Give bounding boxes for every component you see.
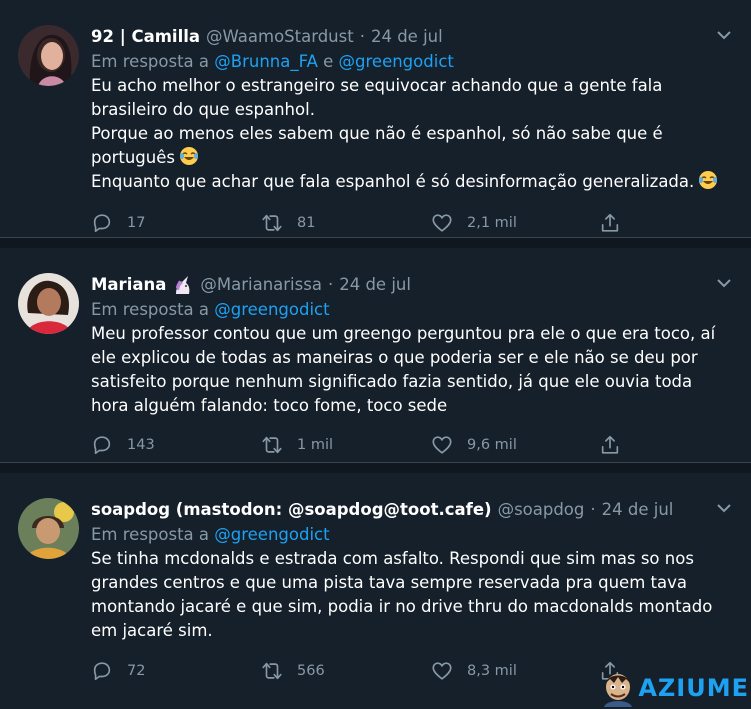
username[interactable]: @WaamoStardust <box>206 26 354 48</box>
heart-icon <box>432 214 452 232</box>
tweet-line-with-emoji: português <box>91 146 731 170</box>
tweet-separator <box>0 463 751 473</box>
reply-prefix: Em resposta a <box>91 525 210 544</box>
tweet-line: Eu acho melhor o estrangeiro se equivoca… <box>91 76 663 95</box>
username[interactable]: @Marianarissa <box>200 274 322 296</box>
separator-dot: · <box>359 27 365 46</box>
mention-link[interactable]: @greengodict <box>214 300 329 319</box>
tweet-header: 92 | Camilla @WaamoStardust · 24 de jul <box>91 26 731 48</box>
retweet-count: 566 <box>297 663 325 679</box>
like-count: 2,1 mil <box>467 215 517 231</box>
mascot-logo-icon <box>604 674 633 707</box>
reply-icon <box>93 436 111 455</box>
tweet-line: Porque ao menos eles sabem que não é esp… <box>91 124 663 143</box>
mention-link[interactable]: @greengodict <box>214 525 329 544</box>
reply-button[interactable]: 143 <box>91 434 155 456</box>
avatar[interactable] <box>18 25 79 86</box>
share-icon <box>601 213 619 232</box>
heart-icon <box>432 436 452 454</box>
like-count: 9,6 mil <box>467 437 517 453</box>
timestamp[interactable]: 24 de jul <box>602 499 674 521</box>
like-button[interactable]: 2,1 mil <box>431 212 517 234</box>
retweet-button[interactable]: 566 <box>261 660 325 682</box>
retweet-icon <box>262 214 282 232</box>
like-count: 8,3 mil <box>467 663 517 679</box>
tweet-line: Meu professor contou que um greengo perg… <box>91 324 716 343</box>
tweet-line: satisfeito porque nenhum significado faz… <box>91 372 693 391</box>
tweet[interactable]: 92 | Camilla @WaamoStardust · 24 de jul … <box>0 0 751 238</box>
display-name[interactable]: 92 | Camilla <box>91 26 200 48</box>
retweet-icon <box>262 436 282 454</box>
timestamp[interactable]: 24 de jul <box>339 274 411 296</box>
watermark-text: AZIUME <box>638 674 749 702</box>
tweet-text: Eu acho melhor o estrangeiro se equivoca… <box>91 74 731 194</box>
display-name[interactable]: Mariana <box>91 274 166 296</box>
like-button[interactable]: 9,6 mil <box>431 434 517 456</box>
username[interactable]: @soapdog <box>498 499 585 521</box>
tweet-header: Mariana @Marianarissa · 24 de jul <box>91 274 731 296</box>
tweet-line-with-emoji: Enquanto que achar que fala espanhol é s… <box>91 170 731 194</box>
display-name[interactable]: soapdog (mastodon: @soapdog@toot.cafe) <box>91 499 492 521</box>
retweet-button[interactable]: 1 mil <box>261 434 333 456</box>
chevron-down-icon[interactable] <box>717 278 731 288</box>
heart-icon <box>432 662 452 680</box>
retweet-count: 1 mil <box>297 437 334 453</box>
tweet-line: montando jacaré e que sim, podia ir no d… <box>91 597 713 616</box>
tweet-line-text: português <box>91 148 175 167</box>
mention-link[interactable]: @Brunna_FA <box>214 52 318 71</box>
timeline: 92 | Camilla @WaamoStardust · 24 de jul … <box>0 0 751 709</box>
laughing-tears-emoji-icon <box>699 171 718 189</box>
tweet[interactable]: Mariana @Marianarissa · 24 de jul Em res… <box>0 248 751 463</box>
reply-count: 143 <box>127 437 155 453</box>
unicorn-emoji-icon <box>176 276 190 294</box>
tweet-line-text: Enquanto que achar que fala espanhol é s… <box>91 172 695 191</box>
reply-icon <box>93 662 111 681</box>
tweet-line: brasileiro do que espanhol. <box>91 100 315 119</box>
reply-context: Em resposta a @greengodict <box>91 298 731 322</box>
reply-context: Em resposta a @greengodict <box>91 523 731 547</box>
reply-count: 17 <box>127 215 146 231</box>
tweet-line: ele explicou de todas as maneiras o que … <box>91 348 698 367</box>
tweet-line: grandes centros e que uma pista tava sem… <box>91 573 687 592</box>
reply-prefix: Em resposta a <box>91 300 210 319</box>
reply-icon <box>93 214 111 233</box>
chevron-down-icon[interactable] <box>717 30 731 40</box>
retweet-icon <box>262 662 282 680</box>
chevron-down-icon[interactable] <box>717 503 731 513</box>
timestamp[interactable]: 24 de jul <box>371 26 443 48</box>
tweet-line: Se tinha mcdonalds e estrada com asfalto… <box>91 549 694 568</box>
tweet-actions: 17 81 2,1 mil <box>91 212 631 238</box>
reply-button[interactable]: 17 <box>91 212 145 234</box>
separator-dot: · <box>590 500 596 519</box>
tweet-separator <box>0 238 751 248</box>
reply-button[interactable]: 72 <box>91 660 145 682</box>
like-button[interactable]: 8,3 mil <box>431 660 517 682</box>
watermark: AZIUME <box>598 669 749 707</box>
retweet-button[interactable]: 81 <box>261 212 315 234</box>
share-button[interactable] <box>599 212 621 234</box>
reply-context: Em resposta a @Brunna_FA e @greengodict <box>91 50 731 74</box>
reply-prefix: Em resposta a <box>91 52 210 71</box>
retweet-count: 81 <box>297 215 316 231</box>
tweet-header: soapdog (mastodon: @soapdog@toot.cafe) @… <box>91 499 731 521</box>
reply-count: 72 <box>127 663 146 679</box>
tweet-line: em jacaré sim. <box>91 621 213 640</box>
tweet-text: Meu professor contou que um greengo perg… <box>91 322 731 418</box>
mention-link[interactable]: @greengodict <box>339 52 454 71</box>
avatar[interactable] <box>18 498 79 559</box>
share-icon <box>601 435 619 454</box>
share-button[interactable] <box>599 434 621 456</box>
tweet-actions: 143 1 mil 9,6 mil <box>91 434 631 460</box>
laughing-tears-emoji-icon <box>179 147 198 165</box>
tweet-text: Se tinha mcdonalds e estrada com asfalto… <box>91 547 731 643</box>
separator-dot: · <box>327 275 334 294</box>
tweet-line: hora alguém falando: toco fome, toco sed… <box>91 396 448 415</box>
tweet-actions: 72 566 8,3 mil <box>91 660 631 686</box>
avatar[interactable] <box>18 273 79 334</box>
reply-join: e <box>323 52 334 71</box>
